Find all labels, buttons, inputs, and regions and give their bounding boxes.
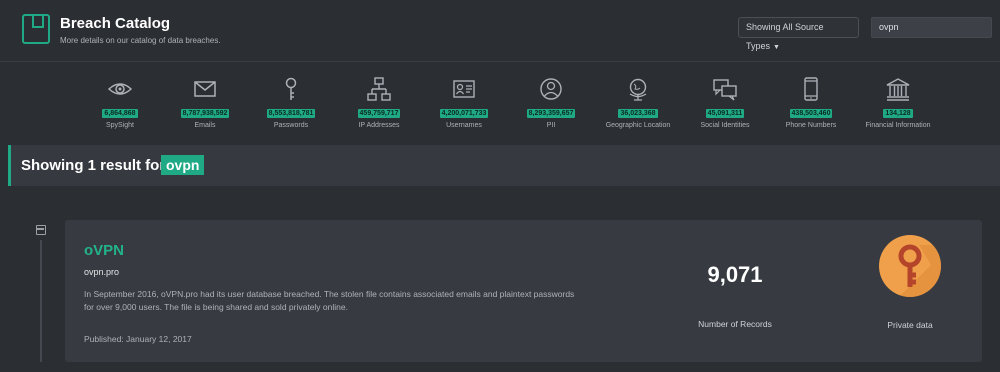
records-label: Number of Records bbox=[698, 319, 772, 329]
stat-label: Geographic Location bbox=[605, 122, 671, 129]
stat-emails: 8,787,938,592 Emails bbox=[155, 72, 255, 142]
stat-value: 459,759,717 bbox=[357, 109, 401, 118]
stat-geographic-location: 36,023,368 Geographic Location bbox=[588, 72, 688, 142]
stat-value: 8,293,359,657 bbox=[526, 109, 576, 118]
caret-down-icon: ▼ bbox=[773, 44, 780, 51]
source-type-label: Showing All Source Types bbox=[746, 22, 824, 51]
breach-title[interactable]: oVPN bbox=[84, 242, 124, 259]
book-icon bbox=[22, 14, 50, 44]
stat-phone-numbers: 438,503,460 Phone Numbers bbox=[761, 72, 861, 142]
stat-value: 8,787,938,592 bbox=[180, 109, 230, 118]
stat-label: Passwords bbox=[273, 122, 309, 129]
stat-label: Usernames bbox=[446, 122, 482, 129]
breach-description: In September 2016, oVPN.pro had its user… bbox=[84, 289, 575, 312]
stat-value: 8,553,818,781 bbox=[266, 109, 316, 118]
stat-pii: 8,293,359,657 PII bbox=[501, 72, 601, 142]
page-subtitle: More details on our catalog of data brea… bbox=[60, 36, 221, 45]
result-query-badge: ovpn bbox=[161, 155, 205, 175]
person-icon bbox=[540, 78, 562, 100]
stat-value: 4,200,071,733 bbox=[439, 109, 489, 118]
records-count: 9,071 bbox=[707, 262, 763, 287]
key-icon bbox=[898, 244, 941, 297]
stat-value: 438,503,460 bbox=[789, 109, 833, 118]
stat-label: Phone Numbers bbox=[785, 122, 837, 129]
search-input[interactable]: ovpn bbox=[871, 17, 992, 38]
private-data-badge bbox=[879, 235, 941, 297]
chat-icon bbox=[713, 79, 737, 101]
eye-icon bbox=[107, 83, 133, 95]
stat-value: 36,023,368 bbox=[618, 109, 658, 118]
key-icon bbox=[285, 77, 297, 100]
stat-usernames: 4,200,071,733 Usernames bbox=[414, 72, 514, 142]
stat-value: 45,091,311 bbox=[705, 109, 745, 118]
timeline-line bbox=[40, 240, 42, 362]
envelope-icon bbox=[194, 81, 216, 97]
globe-icon bbox=[629, 78, 647, 101]
source-type-dropdown[interactable]: Showing All Source Types ▼ bbox=[738, 17, 859, 51]
breach-published-date: Published: January 12, 2017 bbox=[84, 334, 192, 344]
page-title: Breach Catalog bbox=[60, 15, 171, 32]
stat-financial-information: 134,128 Financial Information bbox=[848, 72, 948, 142]
stat-value: 134,128 bbox=[883, 109, 913, 118]
stat-passwords: 8,553,818,781 Passwords bbox=[241, 72, 341, 142]
calendar-icon bbox=[36, 225, 46, 235]
result-summary-text: Showing 1 result for: bbox=[21, 157, 171, 174]
stat-label: Social Identities bbox=[700, 122, 750, 129]
result-summary-bar: Showing 1 result for: ovpn bbox=[8, 145, 1000, 186]
header: Breach Catalog More details on our catal… bbox=[0, 0, 1000, 62]
stat-label: Emails bbox=[194, 122, 216, 129]
bank-icon bbox=[886, 78, 910, 101]
network-icon bbox=[367, 77, 391, 101]
stat-label: PII bbox=[546, 122, 556, 129]
stat-label: Financial Information bbox=[865, 122, 931, 129]
id-card-icon bbox=[453, 80, 475, 98]
phone-icon bbox=[804, 77, 818, 101]
stat-value: 6,864,868 bbox=[102, 109, 138, 118]
stats-row: 6,864,868 SpySight 8,787,938,592 Emails … bbox=[70, 72, 950, 142]
breach-domain: ovpn.pro bbox=[84, 267, 120, 277]
private-data-label: Private data bbox=[887, 320, 933, 330]
stat-social-identities: 45,091,311 Social Identities bbox=[675, 72, 775, 142]
breach-card[interactable]: oVPN ovpn.pro In September 2016, oVPN.pr… bbox=[65, 220, 982, 362]
